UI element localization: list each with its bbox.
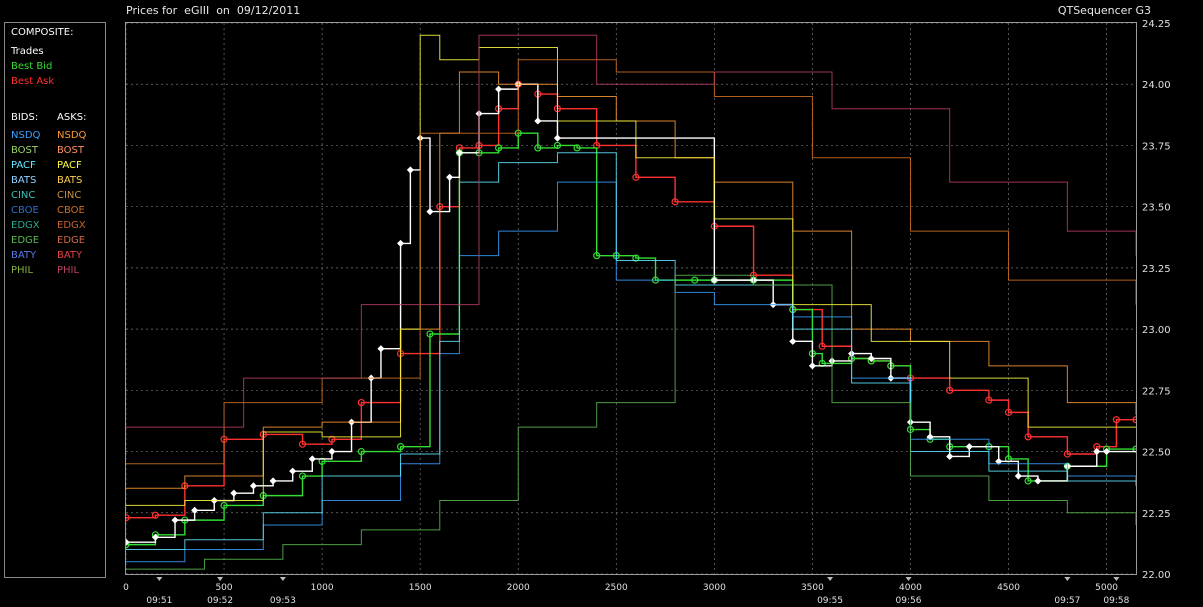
trade-point bbox=[377, 345, 385, 353]
legend-bid-cinc: CINC bbox=[11, 190, 36, 201]
series-line-best-ask bbox=[126, 83, 1136, 519]
trade-point bbox=[289, 467, 297, 475]
x-tick-label: 5000 bbox=[1095, 583, 1118, 593]
legend-ask-bats: BATS bbox=[57, 175, 83, 186]
y-tick-label: 22.00 bbox=[1142, 570, 1171, 581]
time-tick-label: 09:52 bbox=[207, 596, 233, 606]
legend-ask-baty: BATY bbox=[57, 250, 83, 261]
trade-point bbox=[446, 173, 454, 181]
legend-item-best-ask: Best Ask bbox=[11, 76, 55, 87]
time-marker bbox=[156, 577, 163, 581]
legend-bid-baty: BATY bbox=[11, 250, 37, 261]
legend-composite-header: COMPOSITE: bbox=[11, 27, 74, 38]
legend-ask-phil: PHIL bbox=[57, 265, 80, 276]
series-line-pacf bbox=[126, 152, 1137, 551]
time-marker bbox=[827, 577, 834, 581]
trade-point bbox=[249, 482, 258, 490]
time-tick-label: 09:57 bbox=[1054, 596, 1080, 606]
time-tick-label: 09:56 bbox=[896, 596, 922, 606]
legend-bid-bats: BATS bbox=[11, 175, 37, 186]
time-marker bbox=[279, 577, 286, 581]
trade-point bbox=[269, 477, 277, 485]
y-tick-label: 23.25 bbox=[1142, 264, 1171, 275]
x-tick-label: 3000 bbox=[703, 583, 726, 593]
y-tick-label: 23.50 bbox=[1142, 203, 1171, 214]
app-name: QTSequencer G3 bbox=[1057, 4, 1151, 17]
trade-point bbox=[534, 117, 542, 125]
trade-point bbox=[1034, 477, 1042, 485]
trade-point bbox=[397, 239, 405, 247]
trade-point bbox=[406, 166, 414, 174]
legend-ask-edge: EDGE bbox=[57, 235, 86, 246]
trade-point bbox=[553, 134, 561, 142]
legend-bid-bost: BOST bbox=[11, 145, 39, 156]
legend-item-trades: Trades bbox=[11, 46, 44, 57]
trade-point bbox=[308, 455, 316, 463]
time-tick-label: 09:51 bbox=[146, 596, 172, 606]
trade-point bbox=[946, 452, 954, 460]
y-tick-label: 23.00 bbox=[1142, 325, 1171, 336]
x-tick-label: 4000 bbox=[899, 583, 922, 593]
legend-ask-bost: BOST bbox=[57, 145, 85, 156]
time-tick-label: 09:55 bbox=[817, 596, 843, 606]
time-marker bbox=[1113, 577, 1120, 581]
x-tick-label: 0 bbox=[123, 583, 129, 593]
series-line-cboe-ask bbox=[126, 59, 1137, 465]
time-marker bbox=[217, 577, 224, 581]
legend-bids-header: BIDS: bbox=[11, 112, 39, 123]
legend-bid-cboe: CBOE bbox=[11, 205, 39, 216]
legend-bid-edge: EDGE bbox=[11, 235, 40, 246]
trade-point bbox=[1014, 472, 1022, 480]
trade-point bbox=[808, 362, 816, 370]
series-line-best-bid bbox=[126, 132, 1136, 546]
x-tick-label: 4500 bbox=[997, 583, 1020, 593]
legend-ask-cinc: CINC bbox=[57, 190, 82, 201]
x-tick-label: 500 bbox=[215, 583, 232, 593]
trade-point bbox=[171, 516, 179, 524]
legend-bid-phil: PHIL bbox=[11, 265, 34, 276]
legend-ask-pacf: PACF bbox=[57, 160, 82, 171]
legend-ask-nsdq: NSDQ bbox=[57, 130, 87, 141]
legend-ask-edgx: EDGX bbox=[57, 220, 86, 231]
y-tick-label: 24.00 bbox=[1142, 80, 1171, 91]
x-tick-label: 2000 bbox=[507, 583, 530, 593]
legend-bid-edgx: EDGX bbox=[11, 220, 40, 231]
trade-point bbox=[426, 208, 434, 216]
legend-bid-nsdq: NSDQ bbox=[11, 130, 41, 141]
title-bar: Prices for eGIII on 09/12/2011 QTSequenc… bbox=[0, 0, 1203, 22]
time-marker bbox=[905, 577, 912, 581]
x-tick-label: 1000 bbox=[311, 583, 334, 593]
legend-item-best-bid: Best Bid bbox=[11, 61, 53, 72]
x-tick-label: 2500 bbox=[605, 583, 628, 593]
y-tick-label: 23.75 bbox=[1142, 141, 1171, 152]
trade-point bbox=[230, 489, 238, 497]
chart-frame bbox=[122, 22, 1140, 575]
time-marker bbox=[1064, 577, 1071, 581]
legend-bid-pacf: PACF bbox=[11, 160, 36, 171]
trade-point bbox=[965, 443, 973, 451]
price-chart[interactable] bbox=[122, 22, 1140, 575]
x-tick-label: 3500 bbox=[801, 583, 824, 593]
series-line-nsdq bbox=[126, 181, 1137, 563]
series-line-trades bbox=[126, 83, 1136, 543]
legend-panel: COMPOSITE: Trades Best Bid Best Ask BIDS… bbox=[4, 22, 106, 578]
y-tick-label: 22.50 bbox=[1142, 448, 1171, 459]
time-tick-label: 09:53 bbox=[270, 596, 296, 606]
trade-point bbox=[495, 85, 503, 93]
y-tick-label: 22.75 bbox=[1142, 386, 1171, 397]
trade-point bbox=[328, 448, 336, 456]
chart-title: Prices for eGIII on 09/12/2011 bbox=[126, 4, 301, 17]
trade-point bbox=[789, 337, 797, 345]
x-tick-label: 1500 bbox=[409, 583, 432, 593]
legend-ask-cboe: CBOE bbox=[57, 205, 85, 216]
legend-asks-header: ASKS: bbox=[57, 112, 87, 123]
time-tick-label: 09:58 bbox=[1103, 596, 1129, 606]
y-tick-label: 22.25 bbox=[1142, 509, 1171, 520]
